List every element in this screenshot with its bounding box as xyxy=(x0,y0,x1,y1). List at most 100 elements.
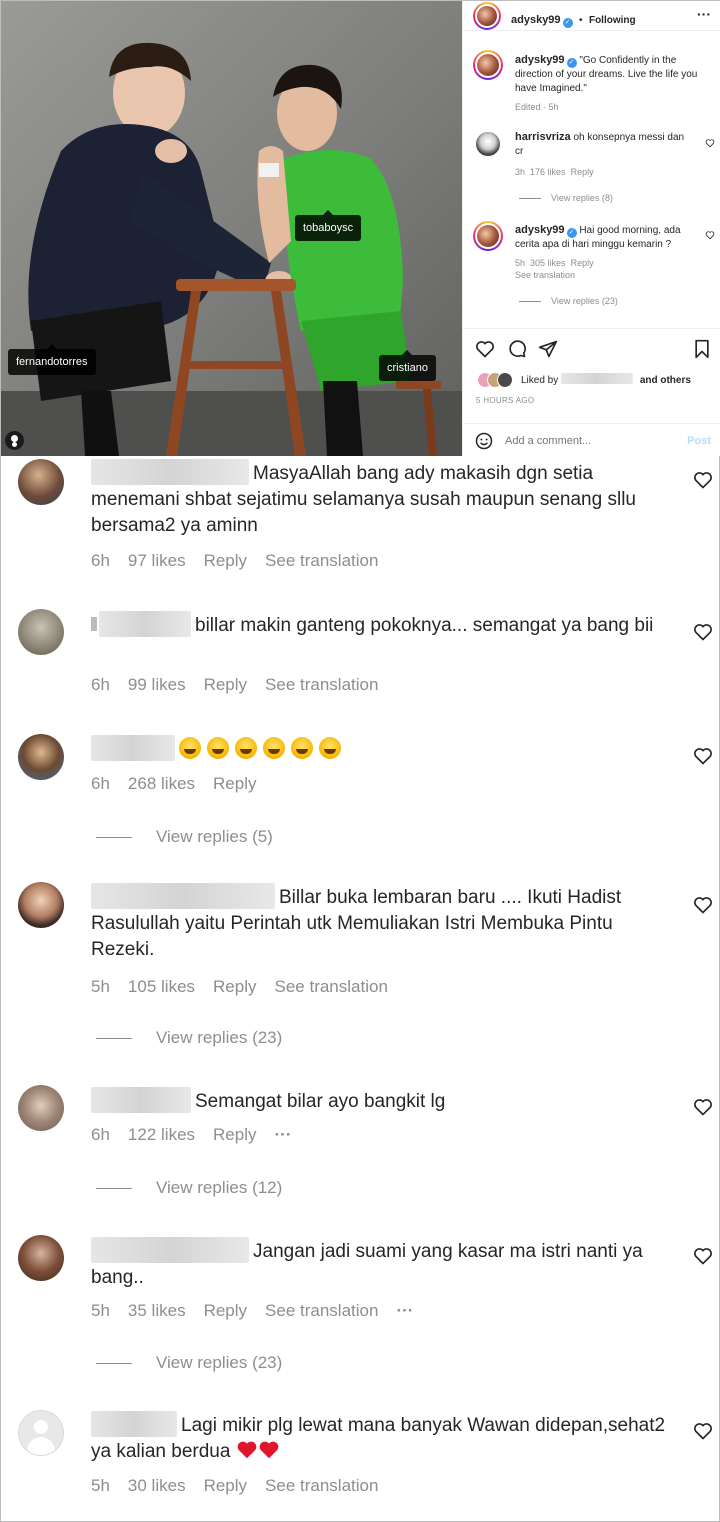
view-replies-button[interactable]: View replies (23) xyxy=(96,1353,282,1373)
username-link[interactable]: adysky99 xyxy=(515,54,565,66)
comment-meta: 5h 30 likes Reply See translation xyxy=(91,1476,396,1496)
like-comment-heart-icon[interactable] xyxy=(693,746,713,766)
comment xyxy=(91,735,681,763)
redacted-username[interactable] xyxy=(91,1087,191,1113)
avatar[interactable] xyxy=(473,2,501,30)
reply-button[interactable]: Reply xyxy=(213,1125,256,1144)
redacted-username[interactable] xyxy=(91,1237,249,1263)
reply-button[interactable]: Reply xyxy=(571,258,594,268)
like-comment-heart-icon[interactable] xyxy=(693,895,713,915)
verified-badge-icon: ✓ xyxy=(566,228,577,238)
rolling-on-floor-laughing-emoji-icon xyxy=(319,737,341,759)
reply-button[interactable]: Reply xyxy=(213,977,256,996)
more-options-icon[interactable]: ··· xyxy=(396,1301,413,1320)
reply-button[interactable]: Reply xyxy=(204,1476,247,1495)
comment: harrisvriza oh konsepnya messi dan cr 3h… xyxy=(515,130,695,203)
view-replies-button[interactable]: View replies (5) xyxy=(96,827,273,847)
post-header: adysky99 ✓ • Following ··· xyxy=(463,1,720,31)
more-options-icon[interactable]: ··· xyxy=(697,6,711,22)
view-replies-button[interactable]: View replies (12) xyxy=(96,1178,282,1198)
see-translation-button[interactable]: See translation xyxy=(265,551,378,570)
see-translation-button[interactable]: See translation xyxy=(265,1476,378,1495)
comment-text: Semangat bilar ayo bangkit lg xyxy=(195,1091,446,1112)
verified-badge-icon: ✓ xyxy=(566,58,577,68)
rolling-on-floor-laughing-emoji-icon xyxy=(179,737,201,759)
avatar[interactable] xyxy=(476,132,500,156)
like-heart-icon[interactable] xyxy=(475,339,495,359)
add-comment-input[interactable] xyxy=(505,432,675,450)
post-photo[interactable]: tobaboysc fernandotorres cristiano xyxy=(1,1,462,456)
comment-likes[interactable]: 176 likes xyxy=(530,167,566,177)
like-comment-heart-icon[interactable] xyxy=(693,622,713,642)
comment-time: 5h xyxy=(91,977,110,996)
post-button[interactable]: Post xyxy=(687,435,711,447)
avatar[interactable] xyxy=(473,221,503,251)
save-bookmark-icon[interactable] xyxy=(693,339,711,359)
liker-avatar[interactable] xyxy=(497,372,513,388)
comment-likes[interactable]: 305 likes xyxy=(530,258,566,268)
user-tags-icon[interactable] xyxy=(5,431,24,450)
commenter-avatar[interactable] xyxy=(18,459,64,505)
redacted-username[interactable] xyxy=(561,373,634,384)
comment-likes[interactable]: 122 likes xyxy=(128,1125,195,1144)
commenter-avatar[interactable] xyxy=(18,1085,64,1131)
reply-button[interactable]: Reply xyxy=(204,675,247,694)
comment: Billar buka lembaran baru .... Ikuti Had… xyxy=(91,883,681,963)
like-comment-heart-icon[interactable] xyxy=(693,1246,713,1266)
emoji-icon[interactable] xyxy=(475,432,493,450)
like-comment-heart-icon[interactable] xyxy=(705,230,715,240)
redacted-username-fragment xyxy=(91,617,97,631)
commenter-avatar[interactable] xyxy=(18,734,64,780)
photo-tag[interactable]: cristiano xyxy=(379,350,436,381)
view-replies-button[interactable]: View replies (23) xyxy=(519,296,695,306)
see-translation-button[interactable]: See translation xyxy=(515,270,695,280)
redacted-username[interactable] xyxy=(91,883,275,909)
username-link[interactable]: adysky99 xyxy=(511,14,561,26)
comment-likes[interactable]: 268 likes xyxy=(128,774,195,793)
comment: billar makin ganteng pokoknya... semanga… xyxy=(91,611,681,639)
avatar[interactable] xyxy=(473,50,503,80)
reply-button[interactable]: Reply xyxy=(204,1301,247,1320)
following-button[interactable]: Following xyxy=(589,15,636,26)
comment-likes[interactable]: 97 likes xyxy=(128,551,186,570)
reply-button[interactable]: Reply xyxy=(571,167,594,177)
comment-likes[interactable]: 35 likes xyxy=(128,1301,186,1320)
photo-tag[interactable]: tobaboysc xyxy=(295,210,362,241)
comment-likes[interactable]: 105 likes xyxy=(128,977,195,996)
like-comment-heart-icon[interactable] xyxy=(693,470,713,490)
comment-likes[interactable]: 99 likes xyxy=(128,675,186,694)
commenter-avatar[interactable] xyxy=(18,609,64,655)
share-paper-plane-icon[interactable] xyxy=(538,339,558,359)
more-options-icon[interactable]: ··· xyxy=(275,1125,292,1144)
like-comment-heart-icon[interactable] xyxy=(693,1421,713,1441)
comment-time: 6h xyxy=(91,675,110,694)
redacted-username[interactable] xyxy=(91,1411,177,1437)
see-translation-button[interactable]: See translation xyxy=(265,675,378,694)
liked-by-others[interactable]: and others xyxy=(640,375,691,386)
view-replies-button[interactable]: View replies (8) xyxy=(519,193,695,203)
comment-likes[interactable]: 30 likes xyxy=(128,1476,186,1495)
commenter-avatar[interactable] xyxy=(18,882,64,928)
username-link[interactable]: adysky99 xyxy=(515,224,565,236)
see-translation-button[interactable]: See translation xyxy=(265,1301,378,1320)
comment-bubble-icon[interactable] xyxy=(507,339,527,359)
comment-meta: 6h 122 likes Reply ··· xyxy=(91,1125,309,1145)
add-comment-bar: Post xyxy=(463,423,720,457)
like-comment-heart-icon[interactable] xyxy=(705,138,715,148)
see-translation-button[interactable]: See translation xyxy=(275,977,388,996)
redacted-username[interactable] xyxy=(91,735,175,761)
reply-button[interactable]: Reply xyxy=(204,551,247,570)
like-comment-heart-icon[interactable] xyxy=(693,1097,713,1117)
redacted-username[interactable] xyxy=(91,459,249,485)
comment-time: 5h xyxy=(91,1476,110,1495)
reply-button[interactable]: Reply xyxy=(213,774,256,793)
comment-time: 5h xyxy=(515,258,526,268)
view-replies-button[interactable]: View replies (23) xyxy=(96,1028,282,1048)
comment: MasyaAllah bang ady makasih dgn setia me… xyxy=(91,459,681,539)
default-avatar-icon[interactable] xyxy=(18,1410,64,1456)
username-link[interactable]: harrisvriza xyxy=(515,131,571,143)
redacted-username[interactable] xyxy=(99,611,191,637)
comment-meta: 5h 35 likes Reply See translation ··· xyxy=(91,1301,431,1321)
photo-tag[interactable]: fernandotorres xyxy=(8,344,96,375)
commenter-avatar[interactable] xyxy=(18,1235,64,1281)
